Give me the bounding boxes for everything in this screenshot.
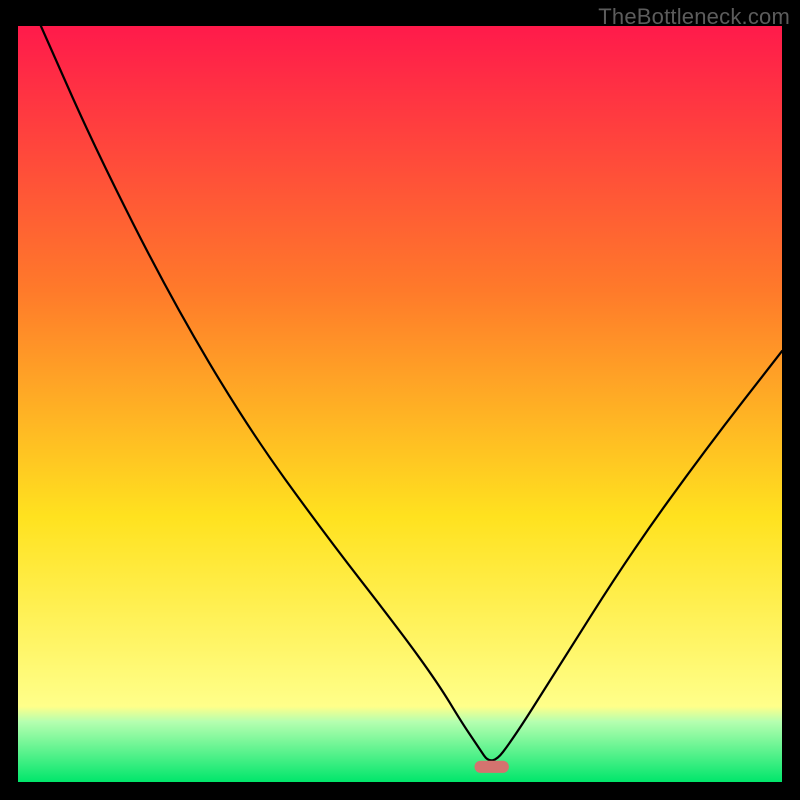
watermark-text: TheBottleneck.com — [598, 4, 790, 30]
chart-frame: TheBottleneck.com — [0, 0, 800, 800]
plot-area — [18, 26, 782, 782]
gradient-background — [18, 26, 782, 782]
optimal-marker — [475, 761, 509, 773]
bottleneck-chart — [18, 26, 782, 782]
